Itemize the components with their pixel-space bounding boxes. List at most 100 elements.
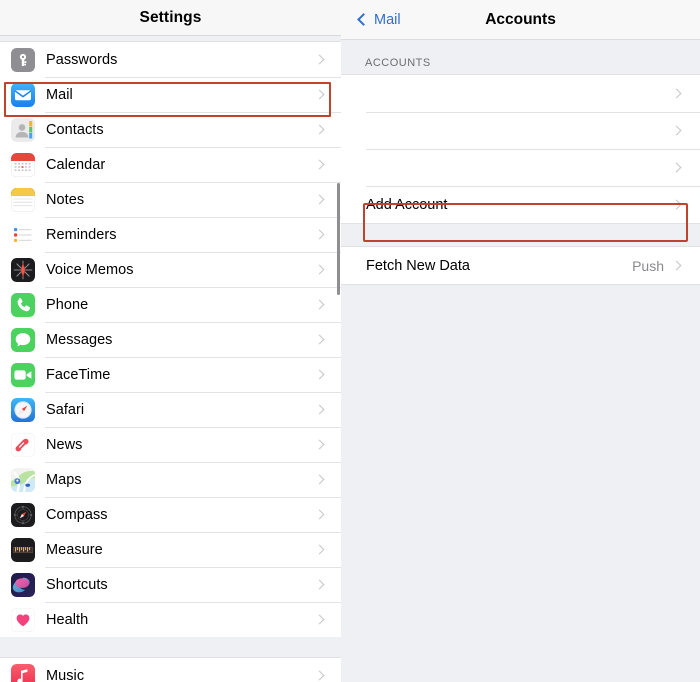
chevron-right-icon [668, 247, 684, 284]
sidebar-item-label: Passwords [46, 51, 118, 68]
fetch-section: Fetch New Data Push [341, 246, 700, 285]
sidebar-item-notes[interactable]: Notes [0, 182, 341, 217]
accounts-detail-pane: Mail Accounts ACCOUNTS Add Account Fetch… [341, 0, 700, 682]
music-icon [11, 663, 35, 682]
ios-settings-screenshot: Settings Passwords Mail Contacts Calendar No… [0, 0, 700, 682]
settings-list-pane: Settings Passwords Mail Contacts Calendar No… [0, 0, 341, 682]
sidebar-item-label: Calendar [46, 156, 106, 173]
fetch-new-data-row[interactable]: Fetch New Data Push [341, 247, 700, 284]
accounts-list: Add Account [341, 74, 700, 224]
sidebar-item-compass[interactable]: Compass [0, 497, 341, 532]
chevron-right-icon [311, 497, 327, 532]
list-section-spacer [0, 637, 341, 657]
chevron-right-icon [311, 427, 327, 462]
safari-icon [11, 397, 35, 422]
sidebar-item-label: Safari [46, 401, 85, 418]
messages-icon [11, 327, 35, 352]
sidebar-item-reminders[interactable]: Reminders [0, 217, 341, 252]
phone-icon [11, 292, 35, 317]
notes-icon [11, 187, 35, 212]
sidebar-item-measure[interactable]: Measure [0, 532, 341, 567]
sidebar-item-label: Health [46, 611, 89, 628]
sidebar-item-news[interactable]: News [0, 427, 341, 462]
facetime-icon [11, 362, 35, 387]
accounts-nav-bar: Mail Accounts [341, 0, 700, 40]
settings-list-partial: Music [0, 657, 341, 682]
health-icon [11, 607, 35, 632]
sidebar-item-label: Reminders [46, 226, 117, 243]
voice-memos-icon [11, 257, 35, 282]
settings-scrollbar[interactable] [337, 183, 340, 295]
sidebar-item-facetime[interactable]: FaceTime [0, 357, 341, 392]
chevron-right-icon [311, 658, 327, 682]
chevron-right-icon [311, 357, 327, 392]
settings-list: Passwords Mail Contacts Calendar Notes Remind… [0, 41, 341, 637]
account-row[interactable] [341, 149, 700, 186]
sidebar-item-calendar[interactable]: Calendar [0, 147, 341, 182]
accounts-page-title: Accounts [485, 10, 556, 28]
fetch-new-data-label: Fetch New Data [366, 257, 470, 274]
page-title: Settings [139, 8, 202, 26]
chevron-right-icon [311, 252, 327, 287]
calendar-icon [11, 152, 35, 177]
sidebar-item-mail[interactable]: Mail [0, 77, 341, 112]
sidebar-item-label: Contacts [46, 121, 104, 138]
chevron-right-icon [668, 186, 684, 223]
sidebar-item-label: Phone [46, 296, 89, 313]
chevron-right-icon [311, 42, 327, 77]
sidebar-item-messages[interactable]: Messages [0, 322, 341, 357]
compass-icon [11, 502, 35, 527]
add-account-label: Add Account [366, 196, 448, 213]
sidebar-item-label: Mail [46, 86, 73, 103]
chevron-right-icon [668, 149, 684, 186]
sidebar-item-label: Shortcuts [46, 576, 108, 593]
sidebar-item-passwords[interactable]: Passwords [0, 42, 341, 77]
sidebar-item-safari[interactable]: Safari [0, 392, 341, 427]
sidebar-item-label: News [46, 436, 83, 453]
sidebar-item-voice-memos[interactable]: Voice Memos [0, 252, 341, 287]
passwords-icon [11, 47, 35, 72]
settings-nav-bar: Settings [0, 0, 341, 36]
measure-icon [11, 537, 35, 562]
chevron-right-icon [668, 112, 684, 149]
sidebar-item-label: Voice Memos [46, 261, 134, 278]
chevron-right-icon [311, 532, 327, 567]
sidebar-item-label: Measure [46, 541, 103, 558]
chevron-right-icon [311, 322, 327, 357]
sidebar-item-label: Messages [46, 331, 113, 348]
chevron-right-icon [311, 77, 327, 112]
contacts-icon [11, 117, 35, 142]
chevron-right-icon [311, 182, 327, 217]
accounts-section-spacer [341, 224, 700, 246]
shortcuts-icon [11, 572, 35, 597]
reminders-icon [11, 222, 35, 247]
chevron-right-icon [311, 392, 327, 427]
maps-icon [11, 467, 35, 492]
sidebar-item-shortcuts[interactable]: Shortcuts [0, 567, 341, 602]
sidebar-item-label: Notes [46, 191, 85, 208]
sidebar-item-label: FaceTime [46, 366, 111, 383]
sidebar-item-contacts[interactable]: Contacts [0, 112, 341, 147]
account-row[interactable] [341, 112, 700, 149]
chevron-right-icon [668, 75, 684, 112]
add-account-row[interactable]: Add Account [341, 186, 700, 223]
chevron-right-icon [311, 462, 327, 497]
chevron-right-icon [311, 287, 327, 322]
account-row[interactable] [341, 75, 700, 112]
fetch-new-data-value: Push [632, 257, 664, 274]
sidebar-item-music[interactable]: Music [0, 658, 341, 682]
sidebar-item-label: Maps [46, 471, 82, 488]
sidebar-item-label: Music [46, 667, 85, 682]
mail-icon [11, 82, 35, 107]
accounts-section-header: ACCOUNTS [341, 40, 700, 74]
news-icon [11, 432, 35, 457]
sidebar-item-phone[interactable]: Phone [0, 287, 341, 322]
sidebar-item-maps[interactable]: Maps [0, 462, 341, 497]
sidebar-item-label: Compass [46, 506, 108, 523]
chevron-right-icon [311, 217, 327, 252]
chevron-right-icon [311, 112, 327, 147]
sidebar-item-health[interactable]: Health [0, 602, 341, 637]
chevron-right-icon [311, 147, 327, 182]
chevron-right-icon [311, 567, 327, 602]
chevron-right-icon [311, 602, 327, 637]
